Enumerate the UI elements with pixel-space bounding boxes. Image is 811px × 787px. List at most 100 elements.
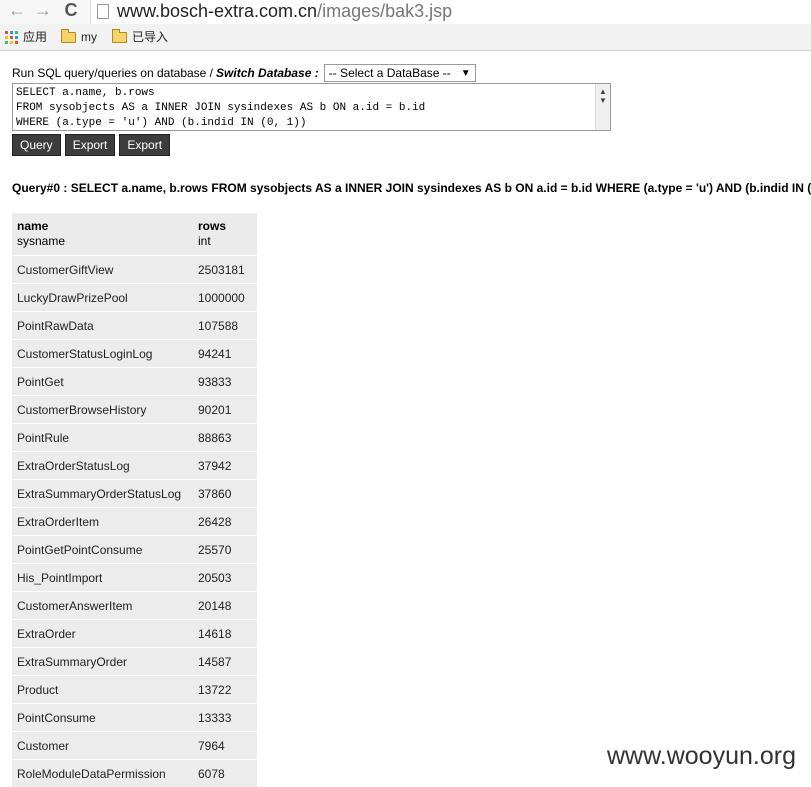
cell-name: ExtraSummaryOrder bbox=[12, 648, 193, 676]
scroll-down-icon[interactable]: ▼ bbox=[596, 96, 610, 105]
bookmark-label: 已导入 bbox=[132, 29, 168, 45]
bookmark-label: my bbox=[81, 29, 97, 45]
table-row: LuckyDrawPrizePool1000000 bbox=[12, 284, 257, 312]
column-name: name bbox=[17, 219, 48, 233]
sql-line: WHERE (a.type = 'u') AND (b.indid IN (0,… bbox=[16, 116, 610, 131]
bookmark-apps[interactable]: 应用 bbox=[5, 29, 47, 45]
cell-name: Product bbox=[12, 676, 193, 704]
table-row: PointGet93833 bbox=[12, 368, 257, 396]
bookmark-label: 应用 bbox=[23, 29, 47, 45]
cell-name: Customer bbox=[12, 732, 193, 760]
cell-rows: 13333 bbox=[193, 704, 257, 732]
cell-rows: 6078 bbox=[193, 760, 257, 787]
cell-name: CustomerBrowseHistory bbox=[12, 396, 193, 424]
run-line: Run SQL query/queries on database / Swit… bbox=[12, 64, 476, 82]
table-row: PointRule88863 bbox=[12, 424, 257, 452]
forward-icon[interactable]: → bbox=[32, 0, 54, 22]
cell-name: ExtraOrder bbox=[12, 620, 193, 648]
folder-icon bbox=[61, 32, 76, 43]
column-name: rows bbox=[198, 219, 226, 233]
table-row: ExtraOrderItem26428 bbox=[12, 508, 257, 536]
cell-rows: 7964 bbox=[193, 732, 257, 760]
reload-icon[interactable]: C bbox=[60, 0, 82, 22]
cell-rows: 13722 bbox=[193, 676, 257, 704]
cell-rows: 20503 bbox=[193, 564, 257, 592]
bookmark-my[interactable]: my bbox=[61, 29, 97, 45]
cell-name: PointRawData bbox=[12, 312, 193, 340]
column-header-rows: rowsint bbox=[193, 213, 257, 256]
chevron-down-icon: ▼ bbox=[461, 68, 471, 79]
result-table: namesysname rowsint CustomerGiftView2503… bbox=[12, 213, 257, 787]
cell-name: ExtraOrderStatusLog bbox=[12, 452, 193, 480]
table-row: Customer7964 bbox=[12, 732, 257, 760]
cell-name: CustomerGiftView bbox=[12, 256, 193, 284]
cell-name: ExtraOrderItem bbox=[12, 508, 193, 536]
column-type: int bbox=[198, 234, 211, 248]
cell-name: RoleModuleDataPermission bbox=[12, 760, 193, 787]
sql-line: FROM sysobjects AS a INNER JOIN sysindex… bbox=[16, 101, 610, 116]
table-row: ExtraSummaryOrderStatusLog37860 bbox=[12, 480, 257, 508]
cell-name: PointGet bbox=[12, 368, 193, 396]
cell-name: CustomerStatusLoginLog bbox=[12, 340, 193, 368]
switch-database-label: Switch Database : bbox=[216, 66, 319, 80]
table-header-row: namesysname rowsint bbox=[12, 213, 257, 256]
back-icon[interactable]: ← bbox=[6, 0, 28, 22]
cell-name: PointRule bbox=[12, 424, 193, 452]
export-to-file-button[interactable]: Export To File bbox=[119, 134, 170, 156]
cell-name: LuckyDrawPrizePool bbox=[12, 284, 193, 312]
cell-rows: 94241 bbox=[193, 340, 257, 368]
sql-textarea[interactable]: SELECT a.name, b.rowsFROM sysobjects AS … bbox=[12, 83, 611, 131]
bookmark-imported[interactable]: 已导入 bbox=[112, 29, 168, 45]
cell-rows: 37860 bbox=[193, 480, 257, 508]
page-icon bbox=[97, 4, 109, 19]
query-button[interactable]: Query bbox=[12, 134, 61, 156]
cell-rows: 90201 bbox=[193, 396, 257, 424]
database-select[interactable]: -- Select a DataBase -- ▼ bbox=[324, 64, 476, 82]
sql-text: SELECT a.name, b.rowsFROM sysobjects AS … bbox=[13, 84, 610, 131]
table-row: CustomerBrowseHistory90201 bbox=[12, 396, 257, 424]
address-bar[interactable]: www.bosch-extra.com.cn/images/bak3.jsp bbox=[90, 0, 811, 24]
scroll-up-icon[interactable]: ▲ bbox=[596, 87, 610, 96]
run-text: Run SQL query/queries on database / bbox=[12, 66, 213, 80]
cell-rows: 93833 bbox=[193, 368, 257, 396]
browser-toolbar: ← → C www.bosch-extra.com.cn/images/bak3… bbox=[0, 0, 811, 24]
column-type: sysname bbox=[17, 234, 65, 248]
cell-rows: 14587 bbox=[193, 648, 257, 676]
table-row: RoleModuleDataPermission6078 bbox=[12, 760, 257, 787]
watermark: www.wooyun.org bbox=[607, 742, 796, 771]
button-row: Query Export Export To File bbox=[12, 134, 170, 156]
table-row: ExtraOrder14618 bbox=[12, 620, 257, 648]
table-row: ExtraSummaryOrder14587 bbox=[12, 648, 257, 676]
table-row: CustomerAnswerItem20148 bbox=[12, 592, 257, 620]
sql-line: SELECT a.name, b.rows bbox=[16, 86, 610, 101]
cell-name: PointConsume bbox=[12, 704, 193, 732]
cell-rows: 20148 bbox=[193, 592, 257, 620]
export-button[interactable]: Export bbox=[65, 134, 116, 156]
url-path: /images/bak3.jsp bbox=[317, 1, 452, 21]
bookmarks-bar: 应用 my 已导入 bbox=[0, 24, 811, 51]
table-row: CustomerGiftView2503181 bbox=[12, 256, 257, 284]
textarea-scrollbar[interactable]: ▲ ▼ bbox=[595, 84, 610, 130]
cell-rows: 25570 bbox=[193, 536, 257, 564]
table-row: Product13722 bbox=[12, 676, 257, 704]
cell-name: PointGetPointConsume bbox=[12, 536, 193, 564]
cell-rows: 37942 bbox=[193, 452, 257, 480]
select-value: -- Select a DataBase -- bbox=[329, 66, 451, 80]
table-row: ExtraOrderStatusLog37942 bbox=[12, 452, 257, 480]
table-row: PointGetPointConsume25570 bbox=[12, 536, 257, 564]
cell-name: CustomerAnswerItem bbox=[12, 592, 193, 620]
url-text[interactable]: www.bosch-extra.com.cn/images/bak3.jsp bbox=[117, 1, 452, 21]
cell-name: His_PointImport bbox=[12, 564, 193, 592]
folder-icon bbox=[112, 32, 127, 43]
cell-rows: 88863 bbox=[193, 424, 257, 452]
column-header-name: namesysname bbox=[12, 213, 193, 256]
table-row: CustomerStatusLoginLog94241 bbox=[12, 340, 257, 368]
cell-rows: 107588 bbox=[193, 312, 257, 340]
url-host: www.bosch-extra.com.cn bbox=[117, 1, 317, 21]
cell-rows: 2503181 bbox=[193, 256, 257, 284]
cell-name: ExtraSummaryOrderStatusLog bbox=[12, 480, 193, 508]
table-row: His_PointImport20503 bbox=[12, 564, 257, 592]
cell-rows: 14618 bbox=[193, 620, 257, 648]
query-title: Query#0 : SELECT a.name, b.rows FROM sys… bbox=[12, 181, 811, 195]
table-row: PointRawData107588 bbox=[12, 312, 257, 340]
